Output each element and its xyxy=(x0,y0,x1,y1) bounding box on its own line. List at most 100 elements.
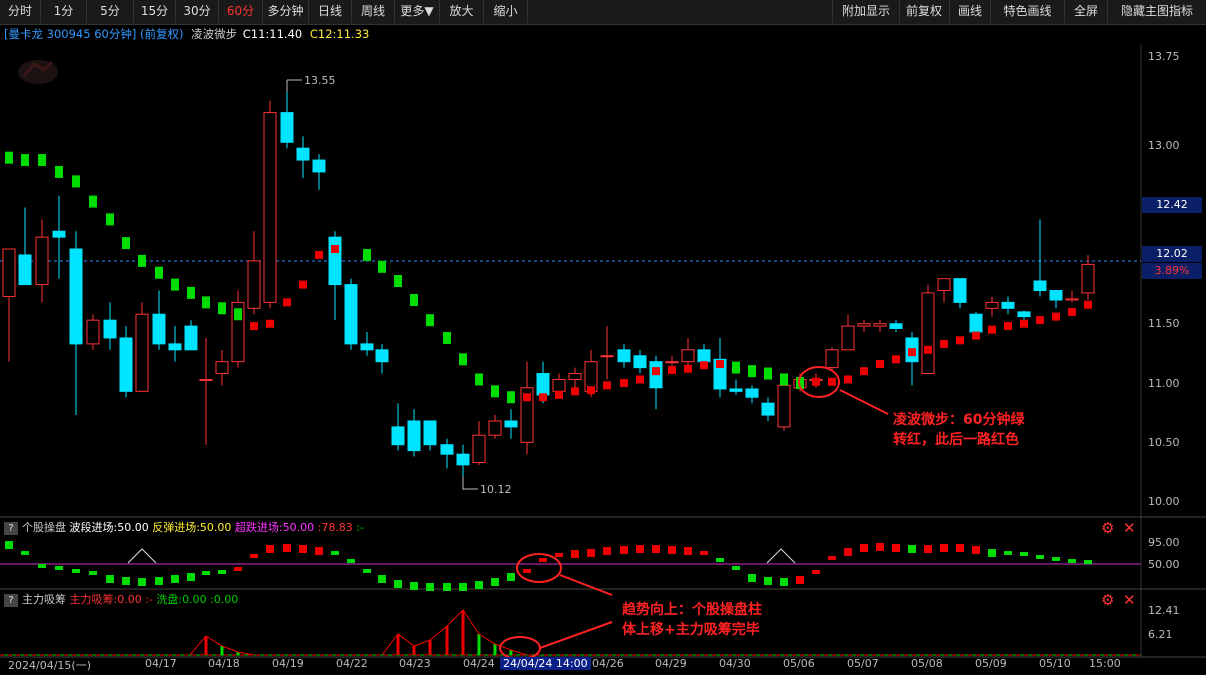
panel2-bar xyxy=(55,566,63,570)
lingbo-green-dot xyxy=(202,296,210,309)
lingbo-green-dot xyxy=(780,373,788,386)
candle-body xyxy=(35,236,49,286)
panel2-bar xyxy=(5,541,13,549)
candle-body xyxy=(215,361,229,375)
panel2-name[interactable]: 个股操盘 xyxy=(22,521,66,534)
lingbo-green-dot xyxy=(72,175,80,188)
price-tick: 13.75 xyxy=(1148,50,1180,63)
lingbo-green-dot xyxy=(394,275,402,288)
panel2-value-b: 反弹进场:50.00 xyxy=(152,521,232,534)
lingbo-green-dot xyxy=(443,331,451,344)
date-label: 04/30 xyxy=(719,657,751,670)
panel3-settings-icon[interactable]: ⚙ xyxy=(1101,591,1114,609)
panel2-settings-icon[interactable]: ⚙ xyxy=(1101,519,1114,537)
lingbo-green-dot xyxy=(38,154,46,167)
annotation-line: 转红，此后一路红色 xyxy=(893,432,1019,448)
candle-body xyxy=(841,325,855,351)
candle-body xyxy=(391,426,405,446)
candle-body xyxy=(536,373,550,396)
lingbo-red-dot xyxy=(812,377,820,386)
panel2-bar xyxy=(940,544,948,552)
annotation-line: 凌波微步：60分钟绿 xyxy=(893,412,1025,428)
date-label: 05/09 xyxy=(975,657,1007,670)
price-tag-change: 3.89% xyxy=(1142,263,1202,279)
lingbo-red-dot xyxy=(908,348,916,357)
lingbo-red-dot xyxy=(892,355,900,364)
date-label: 04/17 xyxy=(145,657,177,670)
panel2-bar xyxy=(716,558,724,562)
crosshair-date-label: 24/04/24 14:00 xyxy=(500,657,591,670)
panel3-name[interactable]: 主力吸筹 xyxy=(22,593,66,606)
panel2-bar xyxy=(684,547,692,555)
panel3-tick: 6.21 xyxy=(1148,628,1173,641)
panel2-bar xyxy=(426,583,434,591)
lingbo-green-dot xyxy=(748,365,756,378)
panel2-bar xyxy=(636,545,644,553)
panel2-bar xyxy=(21,551,29,555)
candle-body xyxy=(184,325,198,351)
date-label: 04/19 xyxy=(272,657,304,670)
lingbo-red-dot xyxy=(988,325,996,334)
lingbo-red-dot xyxy=(571,387,579,396)
panel2-close-icon[interactable]: ✕ xyxy=(1123,519,1136,537)
lingbo-red-dot xyxy=(972,331,980,340)
panel2-bar xyxy=(844,548,852,556)
panel2-help-button[interactable]: ? xyxy=(4,522,18,535)
price-tick: 10.00 xyxy=(1148,495,1180,508)
candle-body xyxy=(407,420,421,452)
lingbo-red-dot xyxy=(283,298,291,307)
candle-body xyxy=(665,361,679,364)
panel2-bar xyxy=(283,544,291,552)
kline-chart[interactable] xyxy=(0,0,1206,675)
lingbo-red-dot xyxy=(700,361,708,370)
panel2-bar xyxy=(780,578,788,586)
lingbo-green-dot xyxy=(122,237,130,250)
date-label: 05/07 xyxy=(847,657,879,670)
annotation-line: 趋势向上：个股操盘柱 xyxy=(622,602,762,618)
lingbo-red-dot xyxy=(636,375,644,384)
date-label: 15:00 xyxy=(1089,657,1121,670)
high-price-label: 13.55 xyxy=(304,74,336,87)
lingbo-green-dot xyxy=(218,302,226,315)
panel2-bar xyxy=(363,569,371,573)
lingbo-green-dot xyxy=(410,294,418,307)
candle-body xyxy=(857,323,871,327)
lingbo-red-dot xyxy=(315,250,323,259)
panel2-value-a: 波段进场:50.00 xyxy=(69,521,149,534)
lingbo-green-dot xyxy=(187,286,195,299)
panel2-bar xyxy=(171,575,179,583)
lingbo-green-dot xyxy=(138,254,146,267)
lingbo-red-dot xyxy=(844,375,852,384)
panel2-bar xyxy=(394,580,402,588)
annotation-text-1: 凌波微步：60分钟绿 转红，此后一路红色 xyxy=(893,410,1024,450)
panel2-bar xyxy=(620,546,628,554)
panel3-help-button[interactable]: ? xyxy=(4,594,18,607)
panel2-tick: 95.00 xyxy=(1148,536,1180,549)
lingbo-red-dot xyxy=(1036,316,1044,325)
candle-body xyxy=(825,349,839,369)
lingbo-green-dot xyxy=(55,165,63,178)
candle-body xyxy=(103,319,117,339)
lingbo-green-dot xyxy=(106,213,114,226)
panel2-bar xyxy=(539,558,547,562)
date-label: 2024/04/15(一) xyxy=(8,659,91,672)
lingbo-red-dot xyxy=(299,280,307,289)
panel2-bar xyxy=(122,577,130,585)
candle-body xyxy=(681,349,695,363)
lingbo-red-dot xyxy=(1052,312,1060,321)
lingbo-green-dot xyxy=(21,154,29,167)
panel2-bar xyxy=(876,543,884,551)
low-price-label: 10.12 xyxy=(480,483,512,496)
lingbo-red-dot xyxy=(331,245,339,254)
candle-body xyxy=(18,254,32,286)
panel2-bar xyxy=(587,549,595,557)
candle-body xyxy=(312,159,326,173)
panel2-bar xyxy=(988,549,996,557)
panel3-close-icon[interactable]: ✕ xyxy=(1123,591,1136,609)
date-label: 04/24 xyxy=(463,657,495,670)
panel3-tick: 12.41 xyxy=(1148,604,1180,617)
lingbo-green-dot xyxy=(475,373,483,386)
panel2-bar xyxy=(972,546,980,554)
panel2-bar xyxy=(378,575,386,583)
lingbo-red-dot xyxy=(716,360,724,369)
